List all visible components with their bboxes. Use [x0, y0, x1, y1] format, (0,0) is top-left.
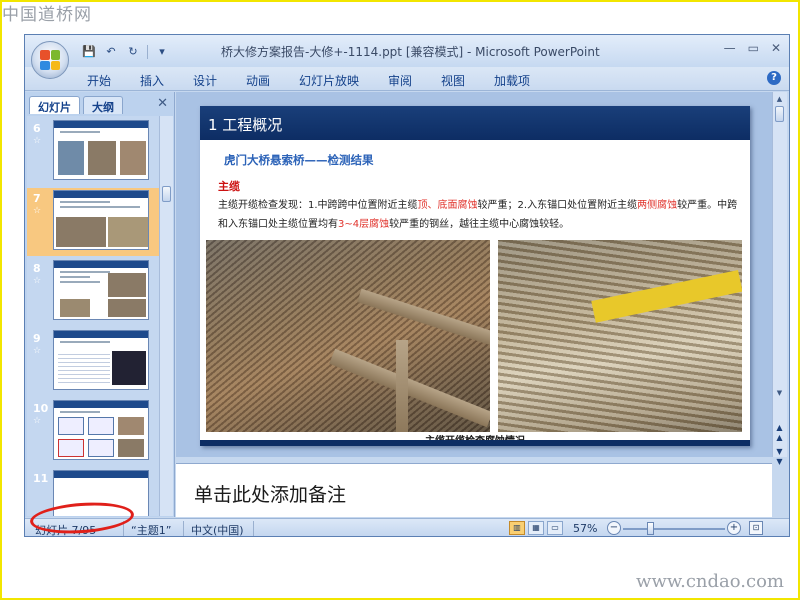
- office-logo-icon: [40, 50, 60, 70]
- tab-view[interactable]: 视图: [441, 72, 465, 89]
- tab-design[interactable]: 设计: [193, 72, 217, 89]
- slide-number: 8: [33, 262, 41, 275]
- watermark-bottom: www.cndao.com: [636, 571, 784, 592]
- slide-heading: 主缆: [218, 180, 240, 193]
- fit-to-window-button[interactable]: ⊡: [749, 521, 763, 535]
- slideshow-view-button[interactable]: ▭: [547, 521, 563, 535]
- thumbnail-image: [53, 260, 149, 320]
- slide-number: 11: [33, 472, 49, 485]
- panel-tabs: 幻灯片 大纲: [29, 96, 171, 114]
- slide-thumbnail[interactable]: 8 ☆: [27, 258, 159, 326]
- window-controls: — ▭ ✕: [724, 41, 781, 55]
- thumbnail-scrollbar[interactable]: [159, 116, 173, 516]
- slide-nav-arrows: ▲ ▲ ▼ ▼: [773, 423, 786, 467]
- zoom-slider-track[interactable]: [623, 528, 725, 530]
- slide-header-bar: 1 工程概况: [200, 106, 750, 140]
- thumbnail-image: [53, 400, 149, 460]
- slide-thumbnails: 6 ☆ 7 ☆ 8 ☆ 9 ☆ 10 ☆ 11: [27, 116, 159, 516]
- title-bar: 💾 ↶ ↻ ▾ 桥大修方案报告-大修+-1114.ppt [兼容模式] - Mi…: [25, 35, 789, 79]
- undo-icon[interactable]: ↶: [103, 44, 119, 59]
- tab-home[interactable]: 开始: [87, 72, 111, 89]
- customize-qat-icon[interactable]: ▾: [154, 44, 170, 59]
- animation-star-icon: ☆: [33, 346, 42, 356]
- scrollbar-thumb[interactable]: [775, 106, 784, 122]
- help-icon[interactable]: ?: [767, 71, 781, 85]
- save-icon[interactable]: 💾: [81, 44, 97, 59]
- close-panel-icon[interactable]: ✕: [157, 96, 168, 111]
- slide-number: 6: [33, 122, 41, 135]
- slide-subtitle: 虎门大桥悬索桥——检测结果: [224, 153, 374, 167]
- zoom-level[interactable]: 57%: [573, 522, 597, 535]
- slide-sorter-button[interactable]: ▦: [528, 521, 544, 535]
- tab-insert[interactable]: 插入: [140, 72, 164, 89]
- thumbnail-image: [53, 120, 149, 180]
- notes-placeholder: 单击此处添加备注: [194, 484, 347, 506]
- slide-thumbnail[interactable]: 6 ☆: [27, 118, 159, 186]
- scrollbar-thumb[interactable]: [162, 186, 171, 202]
- slide-thumbnail[interactable]: 9 ☆: [27, 328, 159, 396]
- slide-body-text: 主缆开缆检查发现：1.中跨跨中位置附近主缆顶、底面腐蚀较严重；2.入东锚口处位置…: [218, 200, 738, 230]
- window-title: 桥大修方案报告-大修+-1114.ppt [兼容模式] - Microsoft …: [221, 45, 600, 59]
- slide-thumbnail[interactable]: 10 ☆: [27, 398, 159, 466]
- zoom-in-button[interactable]: +: [727, 521, 741, 535]
- slide-number: 7: [33, 192, 41, 205]
- scroll-down-arrow-icon[interactable]: ▼: [774, 388, 785, 398]
- thumbnail-image: [53, 190, 149, 250]
- restore-button[interactable]: ▭: [748, 41, 759, 55]
- slide-footer-bar: [200, 440, 750, 446]
- previous-slide-icon[interactable]: ▲ ▲: [773, 423, 786, 443]
- animation-star-icon: ☆: [33, 136, 42, 146]
- status-bar: 幻灯片 7/95 “主题1” 中文(中国) ▥ ▦ ▭ 57% − + ⊡: [25, 518, 789, 536]
- tab-slideshow[interactable]: 幻灯片放映: [299, 72, 359, 89]
- qat-separator: [147, 44, 148, 59]
- tab-animation[interactable]: 动画: [246, 72, 270, 89]
- next-slide-icon[interactable]: ▼ ▼: [773, 447, 786, 467]
- minimize-button[interactable]: —: [724, 41, 736, 55]
- tab-outline[interactable]: 大纲: [83, 96, 123, 114]
- tab-review[interactable]: 审阅: [388, 72, 412, 89]
- close-button[interactable]: ✕: [771, 41, 781, 55]
- redo-icon[interactable]: ↻: [125, 44, 141, 59]
- notes-pane[interactable]: 单击此处添加备注: [176, 463, 772, 517]
- slide-thumbnail-selected[interactable]: 7 ☆: [27, 188, 159, 256]
- cable-photo-right: [498, 240, 742, 432]
- ribbon-tabs: 开始 插入 设计 动画 幻灯片放映 审阅 视图 加载项 ?: [25, 67, 789, 91]
- zoom-out-button[interactable]: −: [607, 521, 621, 535]
- slide-number: 10: [33, 402, 49, 415]
- animation-star-icon: ☆: [33, 206, 42, 216]
- slides-panel: 幻灯片 大纲 ✕ 6 ☆ 7 ☆ 8 ☆ 9 ☆ 10 ☆ 11: [25, 92, 175, 517]
- tab-slides[interactable]: 幻灯片: [29, 96, 80, 114]
- theme-name[interactable]: “主题1”: [131, 522, 171, 536]
- animation-star-icon: ☆: [33, 416, 42, 426]
- slide-title: 1 工程概况: [208, 116, 283, 134]
- watermark-top: 中国道桥网: [2, 5, 92, 25]
- cable-photo-left: [206, 240, 490, 432]
- measuring-ruler: [591, 270, 742, 323]
- tab-addins[interactable]: 加载项: [494, 72, 530, 89]
- quick-access-toolbar: 💾 ↶ ↻ ▾: [81, 44, 170, 59]
- normal-view-button[interactable]: ▥: [509, 521, 525, 535]
- current-slide[interactable]: 1 工程概况 虎门大桥悬索桥——检测结果 主缆 主缆开缆检查发现：1.中跨跨中位…: [200, 106, 750, 446]
- slide-scrollbar[interactable]: ▲ ▼: [772, 92, 787, 457]
- zoom-slider-knob[interactable]: [647, 522, 654, 535]
- scroll-up-arrow-icon[interactable]: ▲: [774, 94, 785, 104]
- slide-number: 9: [33, 332, 41, 345]
- office-button[interactable]: [31, 41, 69, 79]
- slide-editing-area: 1 工程概况 虎门大桥悬索桥——检测结果 主缆 主缆开缆检查发现：1.中跨跨中位…: [176, 92, 772, 457]
- language-indicator[interactable]: 中文(中国): [191, 522, 244, 536]
- animation-star-icon: ☆: [33, 276, 42, 286]
- thumbnail-image: [53, 330, 149, 390]
- powerpoint-window: 💾 ↶ ↻ ▾ 桥大修方案报告-大修+-1114.ppt [兼容模式] - Mi…: [24, 34, 790, 537]
